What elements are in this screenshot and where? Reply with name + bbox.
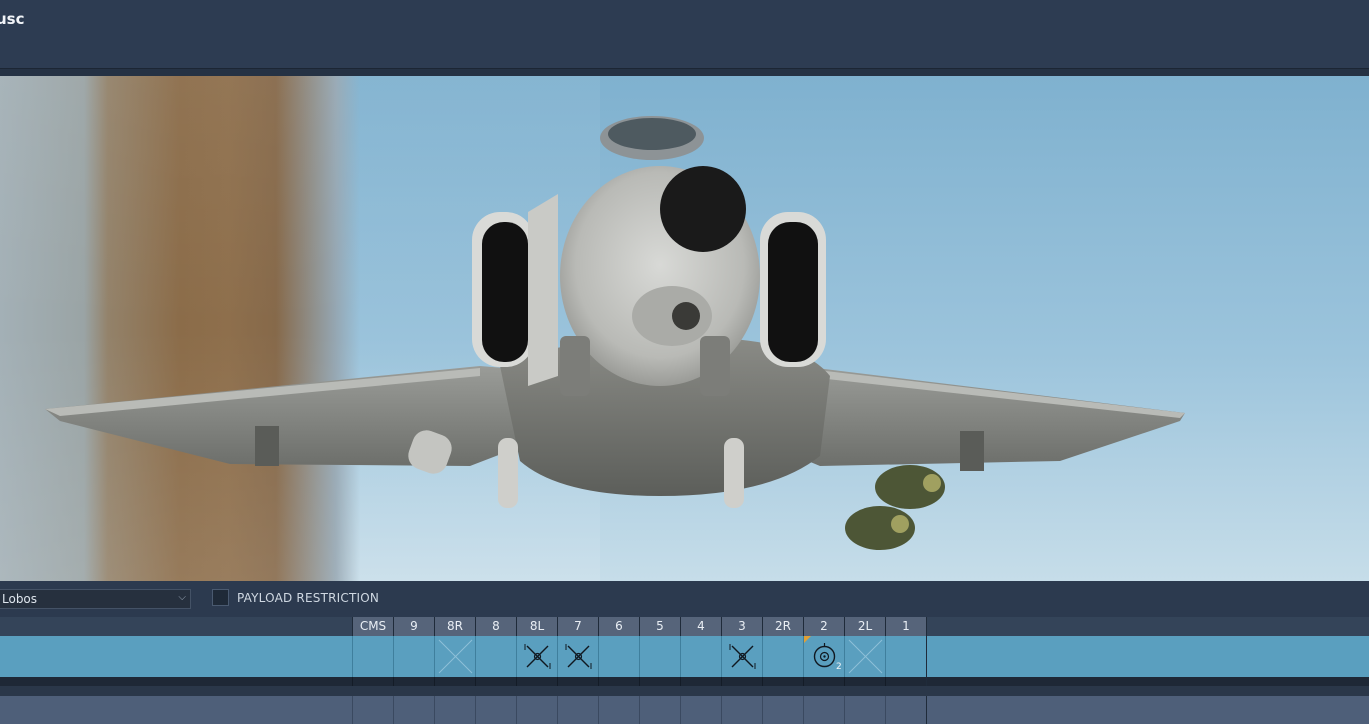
station-slot-2l[interactable] xyxy=(844,636,885,677)
station-slot-4[interactable] xyxy=(680,696,721,724)
station-slot-8l[interactable] xyxy=(516,636,557,677)
station-slot-1[interactable] xyxy=(885,696,926,724)
station-header-8r: 8R xyxy=(434,617,475,636)
title-bar: usc xyxy=(0,0,1369,68)
column-end-border xyxy=(926,696,927,724)
selection-marker xyxy=(804,636,811,643)
station-slot-8r[interactable] xyxy=(434,696,475,724)
aircraft-image xyxy=(45,116,1185,550)
column-end-border xyxy=(926,617,927,636)
divider-cell xyxy=(516,677,557,686)
divider-cell xyxy=(803,677,844,686)
station-header-6: 6 xyxy=(598,617,639,636)
divider-cell xyxy=(557,677,598,686)
divider-cell xyxy=(762,677,803,686)
station-slot-3[interactable] xyxy=(721,696,762,724)
station-slot-2l[interactable] xyxy=(844,696,885,724)
aircraft-preview xyxy=(0,76,1369,581)
column-end-border xyxy=(926,677,927,686)
loadout-row[interactable] xyxy=(0,696,1369,724)
station-header-5: 5 xyxy=(639,617,680,636)
window-title: usc xyxy=(0,10,25,28)
station-count: 2 xyxy=(836,662,842,672)
divider-cell xyxy=(475,677,516,686)
station-slot-5[interactable] xyxy=(639,696,680,724)
station-slot-3[interactable] xyxy=(721,636,762,677)
missile-x-icon xyxy=(524,644,551,669)
loadout-row-divider xyxy=(0,677,1369,686)
divider-cell xyxy=(352,677,393,686)
payload-restriction-checkbox[interactable] xyxy=(212,589,229,606)
station-slot-5[interactable] xyxy=(639,636,680,677)
station-slot-6[interactable] xyxy=(598,696,639,724)
station-slot-4[interactable] xyxy=(680,636,721,677)
station-slot-9[interactable] xyxy=(393,636,434,677)
divider-cell xyxy=(639,677,680,686)
station-slot-1[interactable] xyxy=(885,636,926,677)
station-header-9: 9 xyxy=(393,617,434,636)
loadout-select-value: Lobos xyxy=(2,592,38,606)
station-header-4: 4 xyxy=(680,617,721,636)
divider-cell xyxy=(844,677,885,686)
station-slot-cms[interactable] xyxy=(352,696,393,724)
station-slot-9[interactable] xyxy=(393,696,434,724)
station-slot-2[interactable]: 2 xyxy=(803,636,844,677)
station-header-3: 3 xyxy=(721,617,762,636)
missile-x-icon xyxy=(729,644,756,669)
row-separator xyxy=(0,686,1369,696)
station-header-2r: 2R xyxy=(762,617,803,636)
station-header-2l: 2L xyxy=(844,617,885,636)
loadout-controls: Lobos ⌵ PAYLOAD RESTRICTION xyxy=(0,581,1369,617)
loadout-select[interactable]: Lobos ⌵ xyxy=(0,589,191,609)
station-slot-8[interactable] xyxy=(475,696,516,724)
station-header-8: 8 xyxy=(475,617,516,636)
station-header-7: 7 xyxy=(557,617,598,636)
payload-restriction-label: PAYLOAD RESTRICTION xyxy=(237,591,380,605)
station-slot-2[interactable] xyxy=(803,696,844,724)
divider-cell xyxy=(598,677,639,686)
empty-x-icon xyxy=(848,639,883,674)
station-slot-2r[interactable] xyxy=(762,636,803,677)
divider-cell xyxy=(393,677,434,686)
station-slot-7[interactable] xyxy=(557,636,598,677)
divider-cell xyxy=(721,677,762,686)
chevron-down-icon: ⌵ xyxy=(178,592,186,603)
empty-x-icon xyxy=(438,639,473,674)
station-header-8l: 8L xyxy=(516,617,557,636)
divider-cell xyxy=(885,677,926,686)
station-slot-6[interactable] xyxy=(598,636,639,677)
station-header: CMS 9 8R 8 8L 7 6 5 4 3 2R 2 2L 1 xyxy=(0,617,1369,636)
divider-cell xyxy=(434,677,475,686)
station-slot-7[interactable] xyxy=(557,696,598,724)
station-slot-2r[interactable] xyxy=(762,696,803,724)
station-slot-8[interactable] xyxy=(475,636,516,677)
station-slot-cms[interactable] xyxy=(352,636,393,677)
station-slot-8l[interactable] xyxy=(516,696,557,724)
missile-x-icon xyxy=(565,644,592,669)
station-header-1: 1 xyxy=(885,617,926,636)
station-header-2: 2 xyxy=(803,617,844,636)
loadout-row-active[interactable]: 2 xyxy=(0,636,1369,677)
station-header-cms: CMS xyxy=(352,617,393,636)
column-end-border xyxy=(926,636,927,677)
divider-cell xyxy=(680,677,721,686)
station-slot-8r[interactable] xyxy=(434,636,475,677)
